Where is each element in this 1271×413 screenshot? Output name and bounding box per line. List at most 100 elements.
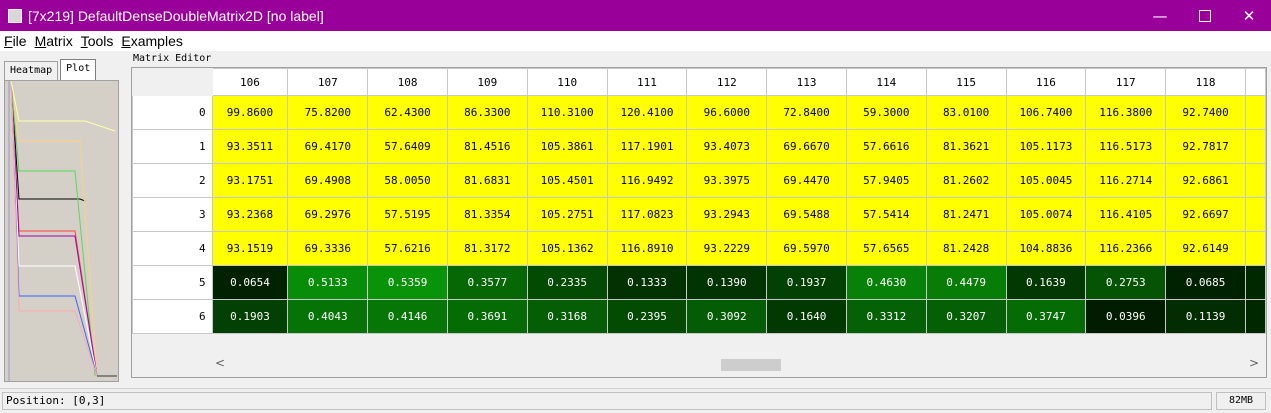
menu-tools[interactable]: Tools: [81, 33, 114, 49]
matrix-cell[interactable]: 81.6831: [446, 163, 528, 198]
matrix-cell[interactable]: 86.3300: [446, 95, 528, 130]
column-header[interactable]: 106: [211, 68, 289, 96]
matrix-cell[interactable]: 58.0050: [367, 163, 448, 198]
matrix-cell[interactable]: 93.3511: [211, 129, 289, 164]
matrix-cell[interactable]: 120.4100: [606, 95, 688, 130]
matrix-cell[interactable]: 0.4043: [287, 299, 369, 334]
column-header[interactable]: 116: [1005, 68, 1087, 96]
matrix-cell-partial[interactable]: [1244, 299, 1266, 334]
matrix-cell[interactable]: 81.2428: [925, 231, 1007, 266]
matrix-cell[interactable]: 105.0074: [1005, 197, 1087, 232]
matrix-cell[interactable]: 105.4501: [526, 163, 608, 198]
matrix-cell[interactable]: 92.6697: [1165, 197, 1246, 232]
column-header[interactable]: 108: [367, 68, 448, 96]
matrix-cell[interactable]: 0.1903: [211, 299, 289, 334]
row-header[interactable]: 1: [132, 129, 213, 164]
menu-examples[interactable]: Examples: [121, 33, 182, 49]
column-header[interactable]: 111: [606, 68, 688, 96]
scrollbar-thumb[interactable]: [721, 359, 781, 371]
menu-matrix[interactable]: Matrix: [35, 33, 73, 49]
matrix-cell[interactable]: 105.1173: [1005, 129, 1087, 164]
matrix-cell-partial[interactable]: [1244, 265, 1266, 300]
matrix-cell[interactable]: 57.6216: [367, 231, 448, 266]
matrix-cell[interactable]: 105.2751: [526, 197, 608, 232]
matrix-cell[interactable]: 57.6409: [367, 129, 448, 164]
matrix-cell[interactable]: 105.3861: [526, 129, 608, 164]
matrix-cell[interactable]: 93.3975: [686, 163, 768, 198]
tab-heatmap[interactable]: Heatmap: [4, 61, 59, 80]
matrix-cell[interactable]: 92.7817: [1165, 129, 1246, 164]
matrix-cell[interactable]: 0.0685: [1165, 265, 1246, 300]
matrix-cell[interactable]: 117.1901: [606, 129, 688, 164]
row-header[interactable]: 5: [132, 265, 213, 300]
matrix-cell[interactable]: 116.9492: [606, 163, 688, 198]
row-header[interactable]: 4: [132, 231, 213, 266]
matrix-cell[interactable]: 99.8600: [211, 95, 289, 130]
matrix-cell[interactable]: 92.6861: [1165, 163, 1246, 198]
matrix-cell[interactable]: 0.3312: [845, 299, 927, 334]
minimize-button[interactable]: —: [1137, 0, 1183, 31]
matrix-cell[interactable]: 105.0045: [1005, 163, 1087, 198]
matrix-cell[interactable]: 0.4479: [925, 265, 1007, 300]
matrix-cell[interactable]: 0.3207: [925, 299, 1007, 334]
matrix-cell[interactable]: 93.2368: [211, 197, 289, 232]
matrix-cell[interactable]: 81.2471: [925, 197, 1007, 232]
matrix-cell[interactable]: 0.2395: [606, 299, 688, 334]
column-header[interactable]: 109: [446, 68, 528, 96]
column-header[interactable]: 117: [1085, 68, 1167, 96]
matrix-cell[interactable]: 116.8910: [606, 231, 688, 266]
matrix-cell[interactable]: 75.8200: [287, 95, 369, 130]
matrix-cell[interactable]: 0.3691: [446, 299, 528, 334]
scroll-right-icon[interactable]: >: [1249, 356, 1259, 370]
matrix-cell[interactable]: 0.1390: [686, 265, 768, 300]
matrix-cell[interactable]: 57.6565: [845, 231, 927, 266]
matrix-cell[interactable]: 0.1937: [766, 265, 847, 300]
matrix-cell[interactable]: 57.5414: [845, 197, 927, 232]
menu-file[interactable]: File: [4, 33, 27, 49]
row-header[interactable]: 2: [132, 163, 213, 198]
matrix-cell[interactable]: 93.2229: [686, 231, 768, 266]
matrix-cell[interactable]: 57.5195: [367, 197, 448, 232]
maximize-button[interactable]: [1182, 0, 1228, 31]
matrix-cell[interactable]: 69.6670: [766, 129, 847, 164]
matrix-cell[interactable]: 116.5173: [1085, 129, 1167, 164]
column-header[interactable]: 118: [1165, 68, 1246, 96]
matrix-cell[interactable]: 93.1519: [211, 231, 289, 266]
matrix-cell[interactable]: 104.8836: [1005, 231, 1087, 266]
matrix-cell[interactable]: 0.1640: [766, 299, 847, 334]
column-header[interactable]: 113: [766, 68, 847, 96]
matrix-cell[interactable]: 59.3000: [845, 95, 927, 130]
matrix-cell[interactable]: 93.1751: [211, 163, 289, 198]
matrix-cell[interactable]: 110.3100: [526, 95, 608, 130]
column-header[interactable]: 114: [845, 68, 927, 96]
column-header-partial[interactable]: [1244, 68, 1266, 96]
matrix-cell[interactable]: 81.3621: [925, 129, 1007, 164]
matrix-cell[interactable]: 0.3577: [446, 265, 528, 300]
matrix-cell[interactable]: 72.8400: [766, 95, 847, 130]
matrix-cell-partial[interactable]: [1244, 163, 1266, 198]
matrix-cell[interactable]: 0.4146: [367, 299, 448, 334]
matrix-cell[interactable]: 0.2753: [1085, 265, 1167, 300]
matrix-cell[interactable]: 116.2366: [1085, 231, 1167, 266]
matrix-cell[interactable]: 57.6616: [845, 129, 927, 164]
matrix-cell[interactable]: 0.3168: [526, 299, 608, 334]
close-button[interactable]: ✕: [1226, 0, 1271, 31]
matrix-cell[interactable]: 0.1639: [1005, 265, 1087, 300]
matrix-cell[interactable]: 0.3747: [1005, 299, 1087, 334]
matrix-cell[interactable]: 69.2976: [287, 197, 369, 232]
matrix-cell[interactable]: 106.7400: [1005, 95, 1087, 130]
matrix-cell[interactable]: 69.4470: [766, 163, 847, 198]
row-header[interactable]: 0: [132, 95, 213, 130]
matrix-cell[interactable]: 57.9405: [845, 163, 927, 198]
matrix-cell[interactable]: 93.2943: [686, 197, 768, 232]
matrix-cell[interactable]: 116.2714: [1085, 163, 1167, 198]
matrix-cell[interactable]: 93.4073: [686, 129, 768, 164]
matrix-cell[interactable]: 69.5488: [766, 197, 847, 232]
matrix-cell-partial[interactable]: [1244, 95, 1266, 130]
matrix-cell-partial[interactable]: [1244, 197, 1266, 232]
matrix-cell-partial[interactable]: [1244, 129, 1266, 164]
matrix-cell[interactable]: 92.6149: [1165, 231, 1246, 266]
matrix-cell[interactable]: 0.5133: [287, 265, 369, 300]
matrix-cell[interactable]: 69.4170: [287, 129, 369, 164]
matrix-cell[interactable]: 117.0823: [606, 197, 688, 232]
